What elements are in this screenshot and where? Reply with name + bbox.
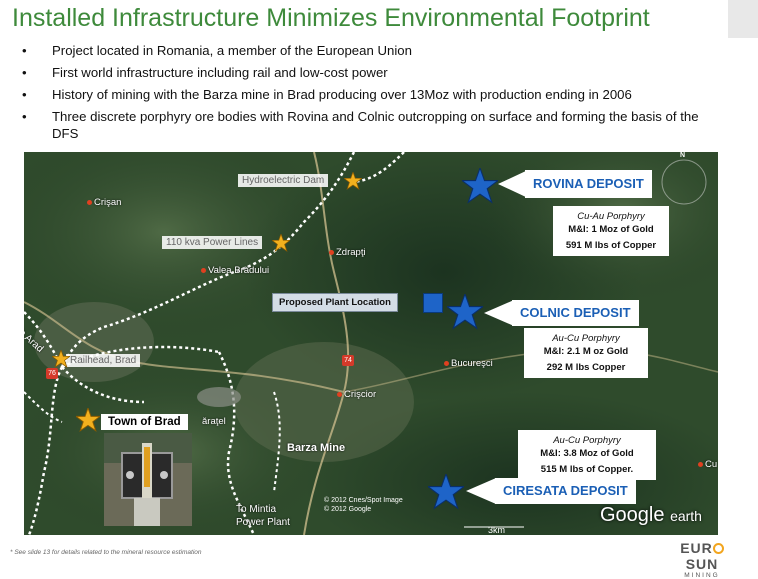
scale-label: 3km <box>488 525 506 535</box>
to-mintia-label: To Mintia Power Plant <box>236 504 290 528</box>
earth-word: earth <box>670 508 702 524</box>
rovina-info-box: Cu-Au Porphyry M&I: 1 Moz of Gold 591 M … <box>553 206 669 256</box>
town-of-brad-star-icon <box>76 408 100 432</box>
town-marker-icon <box>698 461 703 467</box>
bullet-dot: • <box>22 65 27 80</box>
logo-part: SUN <box>685 556 719 572</box>
town-marker-icon <box>444 360 449 366</box>
headframe-photo <box>104 433 192 526</box>
corner-decoration <box>728 0 758 38</box>
logo-subtitle: MINING <box>684 572 720 579</box>
google-earth-logo: Google earth <box>600 504 702 527</box>
headframe-image <box>104 433 192 526</box>
town-criscior: Crişcior <box>337 389 376 400</box>
bullet-dot: • <box>22 87 27 102</box>
road-74-shield: 74 <box>342 355 354 366</box>
town-label: Valea Brădului <box>208 265 270 276</box>
ciresata-info-box: Au-Cu Porphyry M&I: 3.8 Moz of Gold 515 … <box>518 430 656 480</box>
deposit-copper: 515 M lbs of Copper. <box>540 464 634 475</box>
deposit-gold: M&I: 3.8 Moz of Gold <box>540 448 634 459</box>
town-label: Crişan <box>94 197 122 208</box>
eurosun-logo: EURSUN MINING <box>664 540 740 579</box>
deposit-copper: 292 M lbs Copper <box>546 362 626 373</box>
ciresata-pointer-icon <box>466 478 496 504</box>
bullet-text: Project located in Romania, a member of … <box>52 43 412 58</box>
slide-title: Installed Infrastructure Minimizes Envir… <box>12 4 650 32</box>
deposit-gold: M&I: 1 Moz of Gold <box>568 224 654 235</box>
hydro-dam-star-icon <box>344 172 362 190</box>
town-marker-icon <box>329 249 334 255</box>
bullet-list: • Project located in Romania, a member of… <box>22 42 722 147</box>
colnic-info-box: Au-Cu Porphyry M&I: 2.1 M oz Gold 292 M … <box>524 328 648 378</box>
deposit-type: Au-Cu Porphyry <box>552 333 620 344</box>
railhead-label: Railhead, Brad <box>66 354 141 367</box>
logo-wordmark: EURSUN <box>664 540 740 572</box>
town-label: Bucureşci <box>451 358 493 369</box>
deposit-copper: 591 M lbs of Copper <box>565 240 657 251</box>
town-marker-icon <box>201 267 206 273</box>
hydro-dam-label: Hydroelectric Dam <box>238 174 329 187</box>
town-marker-icon <box>87 199 92 205</box>
rovina-deposit-label: ROVINA DEPOSIT <box>525 170 652 198</box>
barza-mine-label: Barza Mine <box>287 442 346 454</box>
town-label: Crişcior <box>344 389 377 400</box>
power-lines-label: 110 kva Power Lines <box>162 236 263 249</box>
town-brad-partial: ăraţel <box>202 416 226 427</box>
town-marker-icon <box>337 391 342 397</box>
railhead-star-icon <box>52 350 70 368</box>
road-76-shield: 76 <box>46 368 58 379</box>
bullet-text: First world infrastructure including rai… <box>52 65 388 80</box>
plant-location-marker <box>423 293 443 313</box>
town-valea-bradului: Valea Brădului <box>201 265 269 276</box>
rovina-pointer-icon <box>498 170 528 198</box>
power-lines-star-icon <box>272 234 290 252</box>
google-word: Google <box>600 504 665 526</box>
deposit-gold: M&I: 2.1 M oz Gold <box>543 346 629 357</box>
deposit-type: Cu-Au Porphyry <box>577 211 645 222</box>
town-crisan: Crişan <box>87 197 121 208</box>
ciresata-star-icon <box>428 474 464 510</box>
bullet-item: • First world infrastructure including ra… <box>22 64 722 81</box>
bullet-text: Three discrete porphyry ore bodies with … <box>52 109 699 141</box>
footnote: * See slide 13 for details related to th… <box>10 549 202 556</box>
town-label: Zdrapţi <box>336 247 366 258</box>
town-of-brad-label: Town of Brad <box>101 414 188 430</box>
town-edge-partial: Cu <box>698 459 717 470</box>
bullet-item: • Project located in Romania, a member of… <box>22 42 722 59</box>
rovina-star-icon <box>462 168 498 204</box>
bullet-text: History of mining with the Barza mine in… <box>52 87 632 102</box>
sun-icon <box>712 543 724 554</box>
ciresata-deposit-label: CIRESATA DEPOSIT <box>495 478 636 504</box>
colnic-pointer-icon <box>484 300 514 326</box>
bullet-dot: • <box>22 43 27 58</box>
north-indicator-icon: N <box>680 152 686 159</box>
bullet-dot: • <box>22 109 27 124</box>
imagery-copyright: © 2012 Cnes/Spot Image © 2012 Google <box>324 497 403 513</box>
logo-part: EUR <box>680 540 713 556</box>
bullet-item: • Three discrete porphyry ore bodies with… <box>22 108 722 142</box>
proposed-plant-label: Proposed Plant Location <box>272 293 398 312</box>
town-zdrapti: Zdrapţi <box>329 247 366 258</box>
colnic-star-icon <box>447 294 483 330</box>
town-label: Cu <box>705 459 718 470</box>
colnic-deposit-label: COLNIC DEPOSIT <box>512 300 639 326</box>
bullet-item: • History of mining with the Barza mine i… <box>22 86 722 103</box>
deposit-type: Au-Cu Porphyry <box>553 435 621 446</box>
town-bucuresci: Bucureşci <box>444 358 493 369</box>
